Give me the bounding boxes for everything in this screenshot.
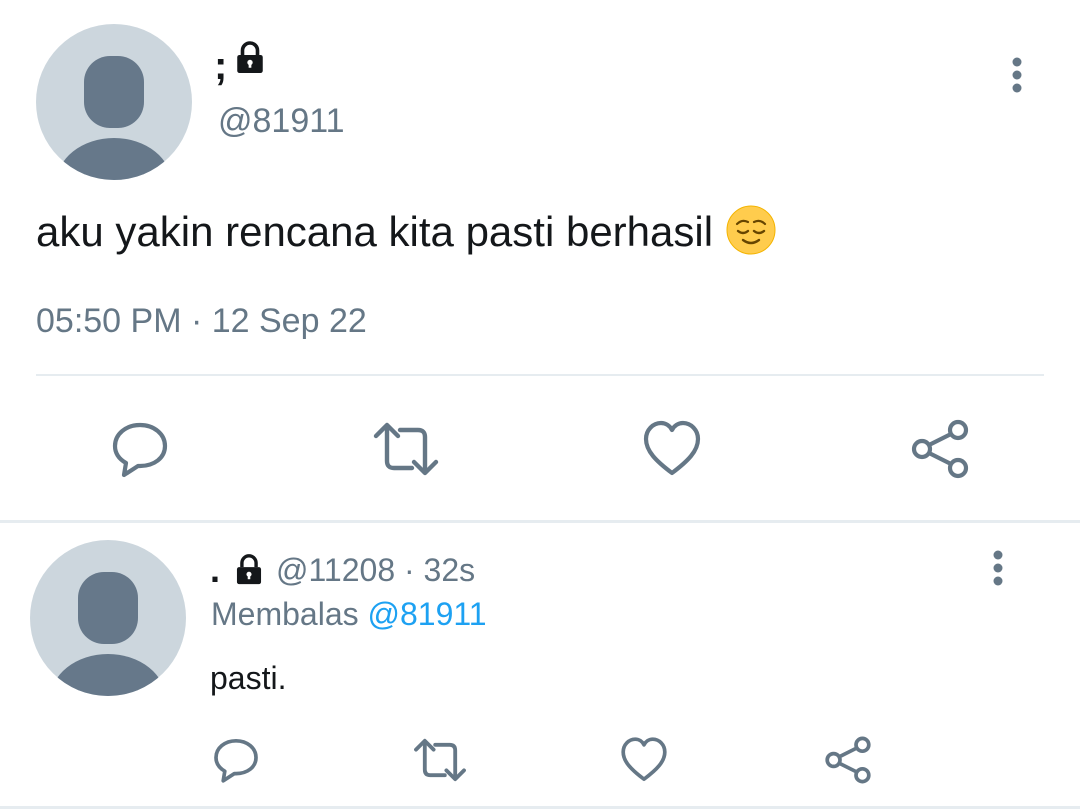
more-vertical-icon[interactable] <box>983 547 1013 589</box>
user-handle[interactable]: @81911 <box>218 102 345 141</box>
share-icon[interactable] <box>824 736 872 784</box>
relieved-face-emoji <box>725 204 777 261</box>
heart-icon[interactable] <box>642 419 702 479</box>
retweet-icon[interactable] <box>372 419 440 479</box>
retweet-icon[interactable] <box>412 736 468 784</box>
tweet-text-row: aku yakin rencana kita pasti berhasil <box>36 204 777 261</box>
section-divider <box>0 520 1080 523</box>
mention-link[interactable]: @81911 <box>368 596 487 632</box>
reply-text: pasti. <box>210 660 287 696</box>
replying-label: Membalas <box>211 596 359 632</box>
lock-icon <box>232 553 266 587</box>
more-vertical-icon[interactable] <box>1002 54 1032 96</box>
display-name[interactable]: . <box>210 552 220 588</box>
display-name[interactable]: ; <box>214 46 227 86</box>
tweet-text: aku yakin rencana kita pasti berhasil <box>36 208 714 255</box>
lock-icon <box>232 40 268 76</box>
reply-icon[interactable] <box>110 419 170 479</box>
replying-to: Membalas @81911 <box>211 596 487 633</box>
divider <box>36 374 1044 376</box>
share-icon[interactable] <box>910 419 970 479</box>
avatar[interactable] <box>30 540 186 696</box>
reply-icon[interactable] <box>212 736 260 784</box>
heart-icon[interactable] <box>620 736 668 784</box>
avatar[interactable] <box>36 24 192 180</box>
bottom-divider <box>0 806 1080 809</box>
handle-and-time[interactable]: @11208 · 32s <box>276 552 475 589</box>
tweet-timestamp[interactable]: 05:50 PM · 12 Sep 22 <box>36 302 367 341</box>
reply-header: . @11208 · 32s <box>210 548 475 592</box>
